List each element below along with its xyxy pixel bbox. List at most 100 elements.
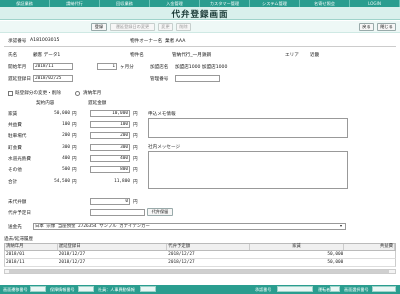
delete-button[interactable]: 削除 — [176, 23, 191, 31]
nav-item-name-lookup[interactable]: 名寄せ照会 — [300, 0, 350, 7]
status-field — [277, 286, 313, 292]
delay-date-input[interactable]: 2018/02/25 — [33, 75, 73, 82]
nav-item-login[interactable]: LOGIN — [350, 0, 400, 7]
months-input[interactable]: 1 — [97, 63, 117, 70]
owner-value: 業者 AAA — [165, 39, 186, 44]
divider — [4, 46, 396, 47]
table-scrollbar[interactable] — [4, 269, 396, 274]
status-item: 画面遷移番号 — [3, 287, 28, 292]
yen-unit: 円 — [72, 168, 77, 173]
table-cell: 50,000 — [327, 252, 344, 257]
yen-unit: 円 — [72, 112, 77, 117]
change-existing-checkbox[interactable] — [8, 91, 13, 96]
status-item: 承認番号 — [255, 287, 272, 292]
uncollected-input[interactable]: 0 — [90, 198, 130, 205]
approval-number-value: A181003015 — [30, 38, 60, 43]
table-cell: 2018/11 — [6, 260, 25, 265]
delay-column-label: 遅延金額 — [88, 101, 107, 106]
delay-amount-input[interactable]: 200 — [90, 132, 130, 139]
manager-number-label: 管理番号 — [150, 77, 169, 82]
toolbar: 登録 運延登録日の変更 変更 削除 戻る 閉じる — [0, 21, 400, 33]
table-row[interactable]: 2018/01 2018/12/27 2018/12/27 50,000 — [4, 251, 396, 259]
column-header[interactable]: 遅延登録日 — [58, 244, 168, 250]
start-month-input[interactable]: 2018/11 — [33, 63, 73, 70]
nav-item-system[interactable]: システム管理 — [250, 0, 300, 7]
transfer-label: 送金先 — [8, 225, 22, 230]
yen-unit: 円 — [133, 157, 138, 162]
approval-number-label: 承認番号 — [8, 39, 27, 44]
amount-row-label: 共益費 — [8, 123, 22, 128]
delay-amount-input[interactable]: 400 — [90, 155, 130, 162]
nav-item-collection-agency[interactable]: 請納代行 — [50, 0, 100, 7]
schedule-date-input[interactable] — [90, 209, 145, 216]
total-label: 合計 — [8, 180, 18, 185]
contract-amount: 300 — [62, 145, 70, 150]
delay-amount-input[interactable]: 100 — [90, 121, 130, 128]
company-message-textarea[interactable] — [148, 151, 348, 189]
register-button[interactable]: 登録 — [91, 23, 107, 31]
contract-amount: 400 — [62, 156, 70, 161]
contract-amount: 100 — [62, 122, 70, 127]
customer-name-value: 顧客 データ1 — [33, 53, 61, 58]
yen-unit: 円 — [133, 123, 138, 128]
table-row[interactable]: 2018/11 2018/12/27 2018/12/27 50,000 — [4, 259, 396, 267]
store-label: 加盟店名 — [150, 65, 169, 70]
property-label: 物件名 — [130, 53, 144, 58]
transfer-select[interactable]: 日本 宗像 当座預金 2726354 サンプル カナイテンガー — [33, 223, 346, 230]
yen-unit: 円 — [72, 134, 77, 139]
title-bar: 代弁登録画面 — [0, 7, 400, 20]
yen-unit: 円 — [133, 146, 138, 151]
months-unit-label: ヶ月分 — [120, 65, 134, 70]
column-header[interactable]: 家賃 — [250, 244, 345, 250]
yen-unit: 円 — [133, 112, 138, 117]
nav-item-recovery[interactable]: 回収業務 — [100, 0, 150, 7]
delay-amount-input[interactable]: 800 — [90, 166, 130, 173]
store-value: 加盟店1000 加盟店1000 — [175, 65, 228, 70]
status-item: 社員：人事異動情報 — [98, 287, 135, 292]
delay-date-label: 遅延登録日 — [8, 77, 31, 82]
change-existing-label: 既登録分の変更・削除 — [15, 91, 61, 96]
status-field — [372, 286, 396, 292]
delay-amount-input[interactable]: 10,000 — [90, 110, 130, 117]
status-field — [78, 286, 94, 292]
status-field — [330, 286, 340, 292]
table-cell — [344, 259, 395, 266]
scrollbar-thumb[interactable] — [9, 270, 389, 273]
yen-unit: 円 — [72, 157, 77, 162]
column-header[interactable]: 共益費 — [344, 244, 396, 250]
change-reg-date-button[interactable]: 運延登録日の変更 — [110, 23, 155, 31]
amount-row-label: 家賃 — [8, 112, 18, 117]
uncollected-label: 未代弁額 — [8, 200, 27, 205]
schedule-date-label: 代弁予定日 — [8, 211, 31, 216]
table-cell: 2018/12/27 — [168, 252, 195, 257]
close-button[interactable]: 閉じる — [377, 23, 396, 31]
nav-item-customer[interactable]: カスタマー管理 — [200, 0, 250, 7]
area-value: 近畿 — [310, 53, 320, 58]
back-button[interactable]: 戻る — [359, 23, 374, 31]
table-cell — [344, 251, 395, 258]
contract-amount: 200 — [62, 133, 70, 138]
yen-unit: 円 — [72, 123, 77, 128]
yen-unit: 円 — [133, 200, 138, 205]
amount-row-label: その他 — [8, 168, 22, 173]
chevron-down-icon[interactable]: ▾ — [340, 223, 342, 228]
request-memo-textarea[interactable] — [148, 118, 348, 138]
nav-item-payment[interactable]: 入金管理 — [150, 0, 200, 7]
customer-name-label: 氏名 — [8, 53, 18, 58]
change-button[interactable]: 変更 — [158, 23, 173, 31]
delay-amount-input[interactable]: 300 — [90, 144, 130, 151]
company-message-label: 社内メッセージ — [148, 145, 181, 150]
yen-unit: 円 — [72, 180, 77, 185]
hold-button[interactable]: 代弁保留 — [147, 208, 173, 216]
nav-item-guarantee[interactable]: 保証業務 — [0, 0, 50, 7]
amount-row-label: 駐車場代 — [8, 134, 27, 139]
column-header[interactable]: 清納年月 — [5, 244, 58, 250]
option-radio[interactable] — [75, 91, 80, 96]
yen-unit: 円 — [133, 180, 138, 185]
table-cell: 2018/12/27 — [58, 252, 86, 257]
contract-column-label: 契約内容 — [36, 101, 55, 106]
status-field — [30, 286, 46, 292]
contract-amount: 50,000 — [54, 111, 70, 116]
column-header[interactable]: 代弁予定額 — [167, 244, 250, 250]
manager-number-input[interactable] — [175, 75, 220, 82]
